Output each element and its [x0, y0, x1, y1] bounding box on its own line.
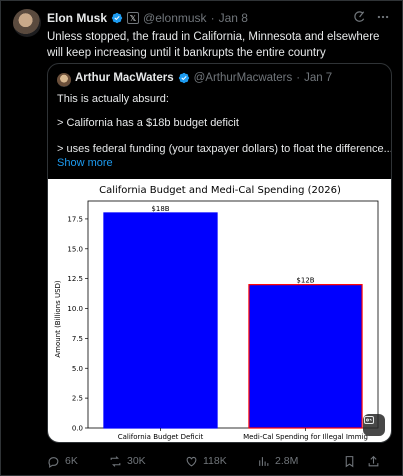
author-handle[interactable]: @elonmusk — [143, 11, 207, 25]
bookmark-icon — [345, 455, 354, 467]
heart-icon — [186, 456, 197, 466]
y-tick-label: 7.5 — [72, 335, 83, 343]
bookmark-button[interactable] — [343, 455, 367, 468]
like-button[interactable]: 118K — [185, 455, 257, 468]
quote-separator: · — [296, 72, 301, 84]
y-tick-label: 2.5 — [72, 395, 83, 403]
reply-icon — [48, 456, 59, 468]
share-icon — [368, 455, 379, 466]
quote-line-3: > uses federal funding (your taxpayer do… — [57, 143, 392, 155]
reply-count: 6K — [65, 455, 78, 467]
author-name[interactable]: Elon Musk — [47, 11, 107, 25]
quoted-tweet[interactable]: Arthur MacWaters @ArthurMacwaters · Jan … — [47, 63, 392, 443]
x-affiliate-badge-icon: 𝕏 — [127, 12, 140, 24]
views-button[interactable]: 2.8M — [257, 455, 343, 468]
header-separator: · — [210, 11, 215, 25]
views-count: 2.8M — [275, 455, 299, 467]
views-chart-icon — [259, 456, 269, 466]
quote-author-avatar[interactable] — [57, 73, 71, 87]
top-right-actions — [352, 10, 390, 24]
quote-author-name[interactable]: Arthur MacWaters — [75, 72, 174, 84]
x-tick-label: Medi-Cal Spending for Illegal Immig — [243, 433, 368, 441]
tweet-header: Elon Musk 𝕏 @elonmusk · Jan 8 — [47, 9, 248, 27]
more-options-icon[interactable] — [376, 10, 390, 24]
y-tick-label: 10.0 — [67, 305, 83, 313]
y-tick-label: 17.5 — [67, 215, 83, 223]
quote-line-1: This is actually absurd: — [57, 93, 169, 105]
bar — [103, 212, 218, 429]
bar — [248, 284, 363, 429]
image-options-button[interactable] — [363, 414, 385, 436]
tweet-text: Unless stopped, the fraud in California,… — [47, 31, 380, 59]
quote-author-handle[interactable]: @ArthurMacwaters — [194, 72, 293, 84]
verified-badge-icon — [111, 12, 123, 24]
y-tick-label: 5.0 — [72, 365, 83, 373]
author-avatar[interactable] — [13, 9, 41, 37]
bar-data-label: $12B — [296, 277, 314, 285]
repost-button[interactable]: 30K — [109, 455, 185, 468]
image-options-icon — [364, 416, 374, 424]
y-tick-label: 0.0 — [72, 425, 83, 433]
chart-image[interactable]: California Budget and Medi-Cal Spending … — [48, 179, 391, 442]
tweet-date[interactable]: Jan 8 — [219, 11, 248, 25]
quote-verified-badge-icon — [178, 72, 189, 84]
reply-button[interactable]: 6K — [47, 455, 109, 468]
quote-line-2: > California has a $18b budget deficit — [57, 117, 239, 129]
repost-count: 30K — [127, 455, 146, 467]
quote-header: Arthur MacWaters @ArthurMacwaters · Jan … — [75, 72, 332, 84]
action-bar: 6K 30K 118K 2.8M — [47, 453, 392, 469]
quote-date[interactable]: Jan 7 — [304, 72, 332, 84]
tweet-card: Elon Musk 𝕏 @elonmusk · Jan 8 Unless sto… — [0, 0, 403, 476]
y-tick-label: 12.5 — [67, 275, 83, 283]
bar-chart: California Budget and Medi-Cal Spending … — [54, 185, 379, 441]
chart-title: California Budget and Medi-Cal Spending … — [99, 185, 341, 196]
like-count: 118K — [203, 455, 227, 467]
show-more-link[interactable]: Show more — [57, 157, 113, 169]
chart-ylabel: Amount (Billions USD) — [54, 280, 62, 358]
repost-icon — [110, 455, 121, 467]
share-button[interactable] — [367, 455, 387, 468]
y-tick-label: 15.0 — [67, 245, 83, 253]
x-tick-label: California Budget Deficit — [118, 433, 204, 441]
bar-data-label: $18B — [151, 205, 169, 213]
grok-icon[interactable] — [352, 10, 366, 24]
